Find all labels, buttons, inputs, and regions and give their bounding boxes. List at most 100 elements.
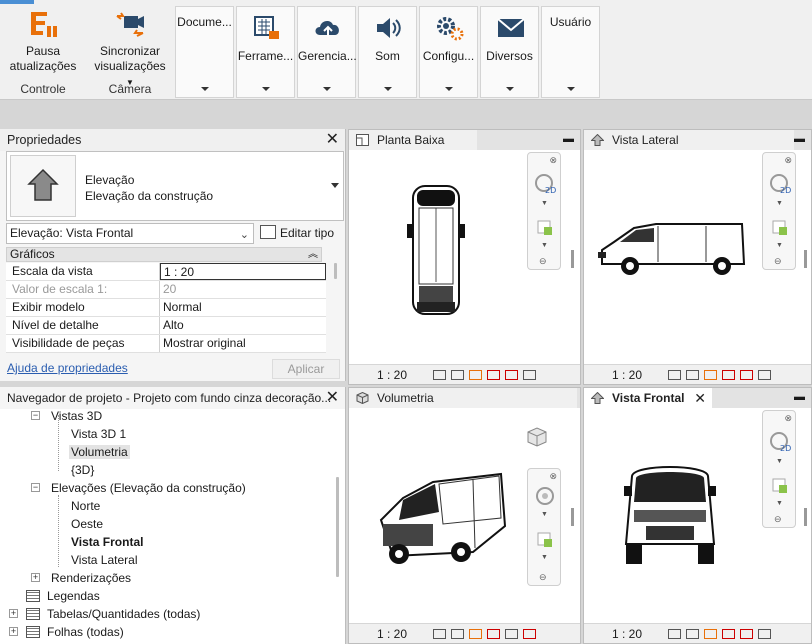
manage-panel-button[interactable]: Gerencia... [297, 6, 357, 98]
shadows-icon[interactable] [487, 629, 500, 639]
misc-panel-button[interactable]: Diversos [480, 6, 539, 98]
tree-node-legends[interactable]: Legendas [0, 587, 330, 605]
visual-style-icon[interactable] [686, 629, 699, 639]
property-row[interactable]: Nível de detalhe Alto [6, 317, 326, 335]
detail-level-icon[interactable] [433, 370, 446, 380]
steering-wheel-2d-icon[interactable]: 2D [769, 431, 791, 453]
view-vista-lateral[interactable]: Vista Lateral ▬ ⊗ 2D ▼ ▼ ⊖ 1 : 20 [583, 129, 812, 385]
browser-scrollbar[interactable] [336, 477, 339, 577]
graphics-section-header[interactable]: Gráficos ︽ [6, 247, 322, 262]
close-icon[interactable]: ✕ [694, 388, 706, 408]
zoom-icon[interactable] [771, 477, 789, 495]
view-navigation-bar[interactable]: ⊗ ▼ ▼ ⊖ [527, 468, 561, 586]
properties-help-link[interactable]: Ajuda de propriedades [7, 361, 128, 375]
documentation-panel-button[interactable]: Docume... [175, 6, 234, 98]
tab-vista-frontal[interactable]: Vista Frontal ✕ [584, 388, 712, 408]
shadows-icon[interactable] [722, 629, 735, 639]
tree-node-3d-views[interactable]: − Vistas 3D [0, 407, 330, 425]
view-scale[interactable]: 1 : 20 [377, 624, 407, 644]
tree-node-vista-3d-1[interactable]: Vista 3D 1 [0, 425, 330, 443]
view-scale[interactable]: 1 : 20 [612, 365, 642, 385]
view-planta-baixa[interactable]: Planta Baixa ▬ ⊗ 2D ▼ ▼ ⊖ 1 : 20 [348, 129, 581, 385]
view-navigation-bar[interactable]: ⊗ 2D ▼ ▼ ⊖ [762, 410, 796, 528]
pause-updates-button[interactable]: Pausa atualizações [6, 6, 80, 74]
view-vista-frontal[interactable]: Vista Frontal ✕ ▬ ⊗ 2D ▼ ▼ ⊖ 1 : 20 [583, 387, 812, 644]
property-row[interactable]: Exibir modelo Normal [6, 299, 326, 317]
view-scrollbar[interactable] [804, 250, 807, 268]
tree-node-oeste[interactable]: Oeste [0, 515, 330, 533]
crop-region-icon[interactable] [758, 629, 771, 639]
view-scale[interactable]: 1 : 20 [377, 365, 407, 385]
sun-path-icon[interactable] [469, 370, 482, 380]
type-selector[interactable]: Elevação Elevação da construção [6, 151, 344, 221]
tab-volumetria[interactable]: Volumetria [349, 388, 577, 408]
apply-button[interactable]: Aplicar [272, 359, 340, 379]
sun-path-icon[interactable] [704, 370, 717, 380]
zoom-icon[interactable] [536, 219, 554, 237]
crop-view-icon[interactable] [505, 370, 518, 380]
view-scrollbar[interactable] [571, 508, 574, 526]
zoom-icon[interactable] [771, 219, 789, 237]
tree-node-schedules[interactable]: + Tabelas/Quantidades (todas) [0, 605, 330, 623]
view-navigation-bar[interactable]: ⊗ 2D ▼ ▼ ⊖ [762, 152, 796, 270]
instance-selector[interactable]: Elevação: Vista Frontal ⌄ [6, 223, 254, 244]
edit-type-button[interactable]: Editar tipo [260, 223, 334, 243]
crop-view-icon[interactable] [523, 629, 536, 639]
view-scrollbar[interactable] [804, 508, 807, 526]
tree-node-3d[interactable]: {3D} [0, 461, 330, 479]
steering-wheel-2d-icon[interactable]: 2D [534, 173, 556, 195]
property-value[interactable]: Normal [160, 299, 326, 316]
crop-view-icon[interactable] [740, 629, 753, 639]
properties-scrollbar[interactable] [334, 263, 337, 279]
detail-level-icon[interactable] [433, 629, 446, 639]
user-panel-button[interactable]: Usuário [541, 6, 600, 98]
visual-style-icon[interactable] [451, 370, 464, 380]
tab-planta-baixa[interactable]: Planta Baixa [349, 130, 477, 150]
sun-path-icon[interactable] [704, 629, 717, 639]
crop-region-icon[interactable] [523, 370, 536, 380]
zoom-icon[interactable] [536, 531, 554, 549]
controle-group-label: Controle [20, 82, 66, 96]
property-row[interactable]: Visibilidade de peças Mostrar original [6, 335, 326, 353]
sound-panel-button[interactable]: Som [358, 6, 417, 98]
crop-view-icon[interactable] [740, 370, 753, 380]
view-menu-icon[interactable]: ▬ [794, 391, 805, 403]
active-ribbon-tab[interactable] [0, 0, 34, 4]
shadows-icon[interactable] [722, 370, 735, 380]
shadows-icon[interactable] [487, 370, 500, 380]
tree-node-renders[interactable]: + Renderizações [0, 569, 330, 587]
tree-node-volumetria[interactable]: Volumetria [0, 443, 330, 461]
view-volumetria[interactable]: Volumetria ⊗ ▼ ▼ ⊖ 1 : 20 [348, 387, 581, 644]
tree-node-norte[interactable]: Norte [0, 497, 330, 515]
tree-node-vista-lateral[interactable]: Vista Lateral [0, 551, 330, 569]
view-scrollbar[interactable] [571, 250, 574, 268]
crop-region-icon[interactable] [758, 370, 771, 380]
close-icon[interactable]: ✕ [326, 387, 339, 409]
view-cube-icon[interactable] [525, 426, 549, 448]
property-row[interactable]: Escala da vista 1 : 20 [6, 263, 326, 281]
steering-wheel-icon[interactable] [534, 485, 556, 507]
render-icon[interactable] [505, 629, 518, 639]
sun-path-icon[interactable] [469, 629, 482, 639]
settings-panel-button[interactable]: Configu... [419, 6, 478, 98]
tree-node-sheets[interactable]: + Folhas (todas) [0, 623, 330, 641]
view-menu-icon[interactable]: ▬ [563, 133, 574, 145]
close-icon[interactable]: ✕ [326, 129, 339, 151]
tab-vista-lateral[interactable]: Vista Lateral [584, 130, 794, 150]
tree-label: Elevações (Elevação da construção) [51, 481, 246, 495]
view-scale-field[interactable]: 1 : 20 [160, 263, 326, 280]
view-menu-icon[interactable]: ▬ [794, 133, 805, 145]
view-navigation-bar[interactable]: ⊗ 2D ▼ ▼ ⊖ [527, 152, 561, 270]
property-value[interactable]: Mostrar original [160, 335, 326, 352]
detail-level-icon[interactable] [668, 370, 681, 380]
detail-level-icon[interactable] [668, 629, 681, 639]
steering-wheel-2d-icon[interactable]: 2D [769, 173, 791, 195]
tree-node-vista-frontal[interactable]: Vista Frontal [0, 533, 330, 551]
tree-node-elevations[interactable]: − Elevações (Elevação da construção) [0, 479, 330, 497]
tools-panel-button[interactable]: Ferrame... [236, 6, 295, 98]
property-value[interactable]: Alto [160, 317, 326, 334]
visual-style-icon[interactable] [686, 370, 699, 380]
sync-views-button[interactable]: Sincronizar visualizações ▼ [90, 6, 170, 90]
visual-style-icon[interactable] [451, 629, 464, 639]
view-scale[interactable]: 1 : 20 [612, 624, 642, 644]
